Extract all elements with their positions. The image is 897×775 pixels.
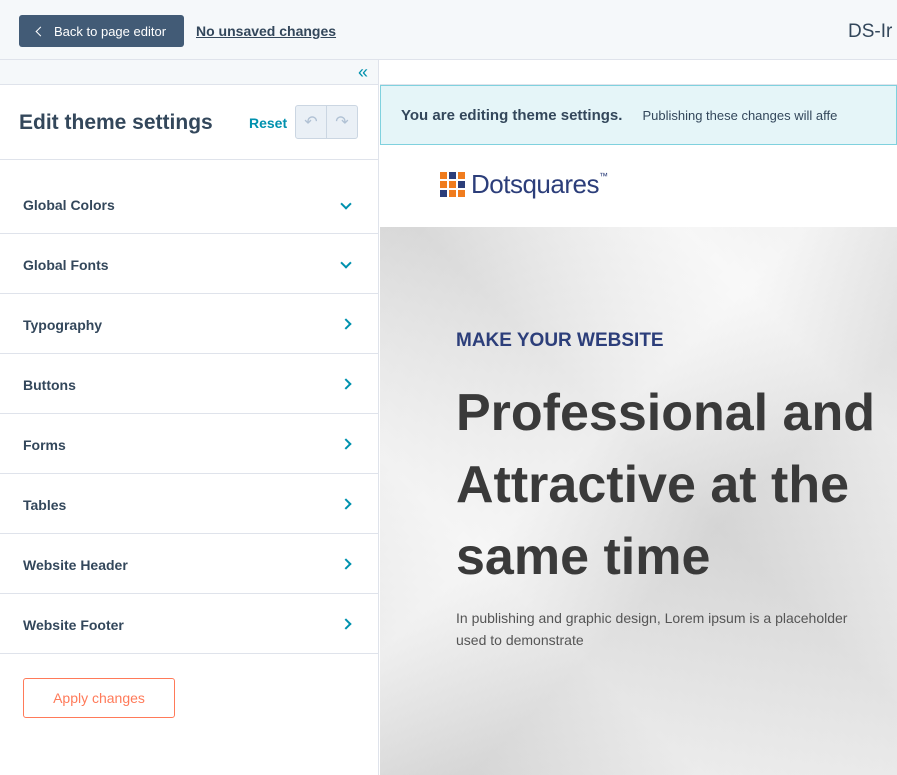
chevron-left-icon: [35, 26, 46, 37]
section-label: Typography: [23, 317, 103, 333]
section-label: Buttons: [23, 377, 76, 393]
section-label: Website Header: [23, 557, 128, 573]
site-header: Dotsquares ™: [380, 145, 897, 227]
settings-section-global-colors[interactable]: Global Colors: [0, 160, 378, 234]
top-bar: Back to page editor No unsaved changes D…: [0, 0, 897, 60]
hero-body: In publishing and graphic design, Lorem …: [456, 610, 848, 648]
settings-section-website-header[interactable]: Website Header: [0, 534, 378, 594]
chevron-right-icon: [340, 558, 352, 570]
section-label: Tables: [23, 497, 67, 513]
back-button-label: Back to page editor: [54, 23, 167, 39]
chevron-right-icon: [340, 378, 352, 390]
banner-heading: You are editing theme settings.: [401, 106, 623, 124]
reset-button[interactable]: Reset: [249, 115, 287, 131]
section-label: Website Footer: [23, 617, 124, 633]
chevron-right-icon: [340, 318, 352, 330]
theme-settings-panel: « Edit theme settings Reset ↶ ↷ Global C…: [0, 60, 379, 775]
back-to-page-editor-button[interactable]: Back to page editor: [19, 15, 184, 47]
collapse-strip: «: [0, 60, 378, 85]
hero-eyebrow: MAKE YOUR WEBSITE: [456, 330, 664, 351]
hero-title: Professional and Attractive at the same …: [456, 384, 875, 586]
preview-top-strip: [380, 60, 897, 85]
settings-section-website-footer[interactable]: Website Footer: [0, 594, 378, 654]
chevron-right-icon: [340, 498, 352, 510]
logo-text: Dotsquares: [471, 169, 599, 199]
settings-section-tables[interactable]: Tables: [0, 474, 378, 534]
page-preview: You are editing theme settings. Publishi…: [380, 60, 897, 775]
panel-header: Edit theme settings Reset ↶ ↷: [0, 85, 378, 160]
banner-text: Publishing these changes will affe: [642, 107, 838, 123]
settings-section-typography[interactable]: Typography: [0, 294, 378, 354]
logo-trademark: ™: [598, 171, 608, 181]
dotsquares-logo: Dotsquares ™: [440, 169, 608, 200]
redo-icon[interactable]: ↷: [327, 106, 357, 138]
undo-icon[interactable]: ↶: [296, 106, 327, 138]
settings-section-buttons[interactable]: Buttons: [0, 354, 378, 414]
apply-changes-button[interactable]: Apply changes: [23, 678, 175, 718]
section-label: Global Fonts: [23, 257, 109, 273]
chevron-down-icon: [340, 198, 352, 210]
editing-theme-banner: You are editing theme settings. Publishi…: [380, 85, 897, 145]
settings-section-global-fonts[interactable]: Global Fonts: [0, 234, 378, 294]
panel-title: Edit theme settings: [19, 111, 213, 134]
unsaved-changes-link[interactable]: No unsaved changes: [196, 23, 336, 39]
settings-section-forms[interactable]: Forms: [0, 414, 378, 474]
chevron-right-icon: [340, 438, 352, 450]
undo-redo-group: ↶ ↷: [295, 105, 358, 139]
section-label: Global Colors: [23, 197, 115, 213]
page-name: DS-Ir: [848, 21, 893, 42]
section-label: Forms: [23, 437, 66, 453]
logo-grid-icon: [440, 172, 465, 197]
chevron-down-icon: [340, 257, 352, 269]
hero-section: MAKE YOUR WEBSITE Professional and Attra…: [380, 227, 897, 775]
chevron-right-icon: [340, 618, 352, 630]
collapse-panel-icon[interactable]: «: [358, 63, 368, 81]
